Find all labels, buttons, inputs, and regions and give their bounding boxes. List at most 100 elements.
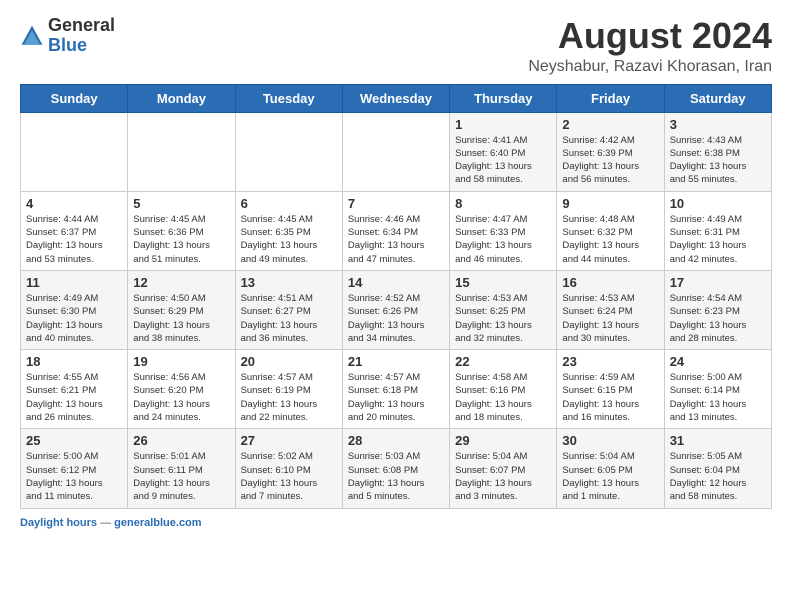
day-info-line: Daylight: 13 hours [26,239,122,252]
day-info-line: Sunrise: 4:52 AM [348,292,444,305]
day-info-line: and 49 minutes. [241,253,337,266]
day-info-line: Daylight: 13 hours [670,160,766,173]
day-number: 19 [133,354,229,369]
day-info-line: Daylight: 13 hours [133,398,229,411]
day-info-line: Sunset: 6:37 PM [26,226,122,239]
day-info-line: Sunset: 6:16 PM [455,384,551,397]
day-info-line: Sunrise: 4:45 AM [241,213,337,226]
title-section: August 2024 Neyshabur, Razavi Khorasan, … [528,16,772,76]
logo-blue: Blue [48,36,115,56]
day-info-line: Daylight: 13 hours [670,239,766,252]
calendar-cell: 8Sunrise: 4:47 AMSunset: 6:33 PMDaylight… [450,191,557,270]
day-number: 12 [133,275,229,290]
day-info-line: Sunrise: 4:55 AM [26,371,122,384]
day-number: 25 [26,433,122,448]
calendar-week-row: 1Sunrise: 4:41 AMSunset: 6:40 PMDaylight… [21,112,772,191]
day-info-line: Daylight: 13 hours [241,239,337,252]
day-info-line: Sunrise: 5:02 AM [241,450,337,463]
day-info-line: Daylight: 12 hours [670,477,766,490]
day-number: 22 [455,354,551,369]
calendar-cell: 20Sunrise: 4:57 AMSunset: 6:19 PMDayligh… [235,350,342,429]
day-info-line: Sunrise: 4:47 AM [455,213,551,226]
day-number: 6 [241,196,337,211]
day-info-line: Sunrise: 4:56 AM [133,371,229,384]
logo-text: General Blue [48,16,115,56]
calendar-cell: 12Sunrise: 4:50 AMSunset: 6:29 PMDayligh… [128,270,235,349]
day-info-line: and 32 minutes. [455,332,551,345]
day-info-line: Daylight: 13 hours [562,239,658,252]
calendar-cell: 1Sunrise: 4:41 AMSunset: 6:40 PMDaylight… [450,112,557,191]
day-info-line: and 11 minutes. [26,490,122,503]
day-info-line: and 18 minutes. [455,411,551,424]
weekday-header: Friday [557,84,664,112]
day-info-line: Daylight: 13 hours [26,398,122,411]
calendar-cell: 21Sunrise: 4:57 AMSunset: 6:18 PMDayligh… [342,350,449,429]
day-info-line: Sunset: 6:31 PM [670,226,766,239]
day-info-line: Sunset: 6:05 PM [562,464,658,477]
day-info-line: and 9 minutes. [133,490,229,503]
day-info-line: Daylight: 13 hours [455,477,551,490]
footer-label: Daylight hours [20,517,97,529]
day-info-line: Sunrise: 4:49 AM [26,292,122,305]
calendar-cell: 22Sunrise: 4:58 AMSunset: 6:16 PMDayligh… [450,350,557,429]
day-info-line: Sunrise: 4:57 AM [241,371,337,384]
day-info-line: Sunset: 6:33 PM [455,226,551,239]
day-info-line: Sunset: 6:21 PM [26,384,122,397]
weekday-row: SundayMondayTuesdayWednesdayThursdayFrid… [21,84,772,112]
calendar-cell: 10Sunrise: 4:49 AMSunset: 6:31 PMDayligh… [664,191,771,270]
day-info-line: Sunrise: 4:54 AM [670,292,766,305]
day-info-line: Daylight: 13 hours [348,398,444,411]
day-info-line: Sunset: 6:14 PM [670,384,766,397]
day-info-line: and 34 minutes. [348,332,444,345]
day-info-line: Daylight: 13 hours [562,160,658,173]
day-info-line: and 36 minutes. [241,332,337,345]
day-info-line: Daylight: 13 hours [26,319,122,332]
calendar-cell: 19Sunrise: 4:56 AMSunset: 6:20 PMDayligh… [128,350,235,429]
day-number: 27 [241,433,337,448]
day-info-line: and 1 minute. [562,490,658,503]
day-number: 23 [562,354,658,369]
day-info-line: and 42 minutes. [670,253,766,266]
day-info-line: and 46 minutes. [455,253,551,266]
day-number: 11 [26,275,122,290]
day-info-line: Sunrise: 4:50 AM [133,292,229,305]
day-info-line: Sunset: 6:08 PM [348,464,444,477]
day-info-line: and 3 minutes. [455,490,551,503]
day-info-line: Sunrise: 4:48 AM [562,213,658,226]
day-info-line: Daylight: 13 hours [455,319,551,332]
weekday-header: Thursday [450,84,557,112]
weekday-header: Tuesday [235,84,342,112]
day-info-line: Sunrise: 4:53 AM [562,292,658,305]
day-info-line: and 5 minutes. [348,490,444,503]
day-number: 8 [455,196,551,211]
day-info-line: Daylight: 13 hours [562,319,658,332]
day-info-line: Sunset: 6:15 PM [562,384,658,397]
logo-icon [20,24,44,48]
calendar-week-row: 25Sunrise: 5:00 AMSunset: 6:12 PMDayligh… [21,429,772,508]
day-info-line: Daylight: 13 hours [241,398,337,411]
day-number: 21 [348,354,444,369]
day-info-line: Sunset: 6:39 PM [562,147,658,160]
day-number: 30 [562,433,658,448]
day-info-line: Sunrise: 5:01 AM [133,450,229,463]
calendar-cell: 2Sunrise: 4:42 AMSunset: 6:39 PMDaylight… [557,112,664,191]
day-info-line: Daylight: 13 hours [26,477,122,490]
calendar-cell: 17Sunrise: 4:54 AMSunset: 6:23 PMDayligh… [664,270,771,349]
day-info-line: Sunset: 6:11 PM [133,464,229,477]
day-info-line: and 24 minutes. [133,411,229,424]
day-info-line: and 13 minutes. [670,411,766,424]
day-info-line: Sunset: 6:04 PM [670,464,766,477]
weekday-header: Sunday [21,84,128,112]
day-info-line: and 30 minutes. [562,332,658,345]
day-info-line: Sunset: 6:27 PM [241,305,337,318]
day-info-line: and 38 minutes. [133,332,229,345]
calendar-week-row: 18Sunrise: 4:55 AMSunset: 6:21 PMDayligh… [21,350,772,429]
calendar-cell: 6Sunrise: 4:45 AMSunset: 6:35 PMDaylight… [235,191,342,270]
day-info-line: Sunrise: 4:58 AM [455,371,551,384]
logo: General Blue [20,16,115,56]
weekday-header: Wednesday [342,84,449,112]
day-number: 15 [455,275,551,290]
calendar-cell: 29Sunrise: 5:04 AMSunset: 6:07 PMDayligh… [450,429,557,508]
day-info-line: Sunrise: 4:44 AM [26,213,122,226]
logo-general: General [48,16,115,36]
